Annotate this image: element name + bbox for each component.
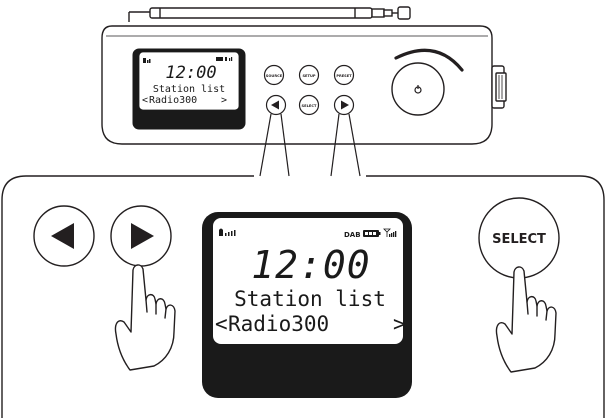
detail-prev-button[interactable]: [33, 205, 95, 267]
detail-lcd: DAB 12:00 Station list < Radio300 >: [202, 212, 412, 398]
select-button-small[interactable]: SELECT: [298, 94, 320, 116]
hand-pointer-icon-left: [114, 264, 176, 371]
setup-button-label: SETUP: [302, 74, 315, 78]
detail-lcd-dab: DAB: [344, 231, 361, 239]
detail-lcd-line2-right: >: [393, 312, 406, 336]
next-button[interactable]: [333, 94, 355, 116]
detail-lcd-battery-icon: [363, 230, 381, 237]
radio-lcd-line1: Station list: [153, 84, 225, 95]
detail-lcd-time: 12:00: [251, 243, 370, 287]
antenna: [128, 6, 411, 22]
setup-button[interactable]: SETUP: [298, 64, 320, 86]
detail-next-button[interactable]: [110, 205, 172, 267]
detail-lcd-line2-left: <: [215, 312, 228, 336]
preset-button[interactable]: PRESET: [333, 64, 355, 86]
detail-lcd-line1: Station list: [234, 287, 386, 311]
radio-lcd-line2-station: Radio300: [149, 95, 197, 106]
radio-lcd-line2-right: >: [221, 95, 227, 106]
radio-lcd-time: 12:00: [165, 63, 216, 83]
prev-button[interactable]: [265, 94, 287, 116]
radio-lcd-line2-left: <: [142, 95, 148, 106]
instruction-diagram: 12:00 Station list < Radio300 > SOURCE S…: [1, 6, 605, 418]
source-button-label: SOURCE: [266, 74, 283, 78]
hand-pointer-icon-right: [495, 266, 557, 373]
detail-select-button[interactable]: SELECT: [478, 197, 560, 279]
select-button-small-label: SELECT: [302, 104, 317, 108]
preset-button-label: PRESET: [336, 74, 352, 78]
source-button[interactable]: SOURCE: [263, 64, 285, 86]
radio-lcd: 12:00 Station list < Radio300 >: [132, 48, 246, 130]
detail-lcd-line2-station: Radio300: [228, 312, 329, 336]
detail-select-label: SELECT: [492, 232, 546, 247]
